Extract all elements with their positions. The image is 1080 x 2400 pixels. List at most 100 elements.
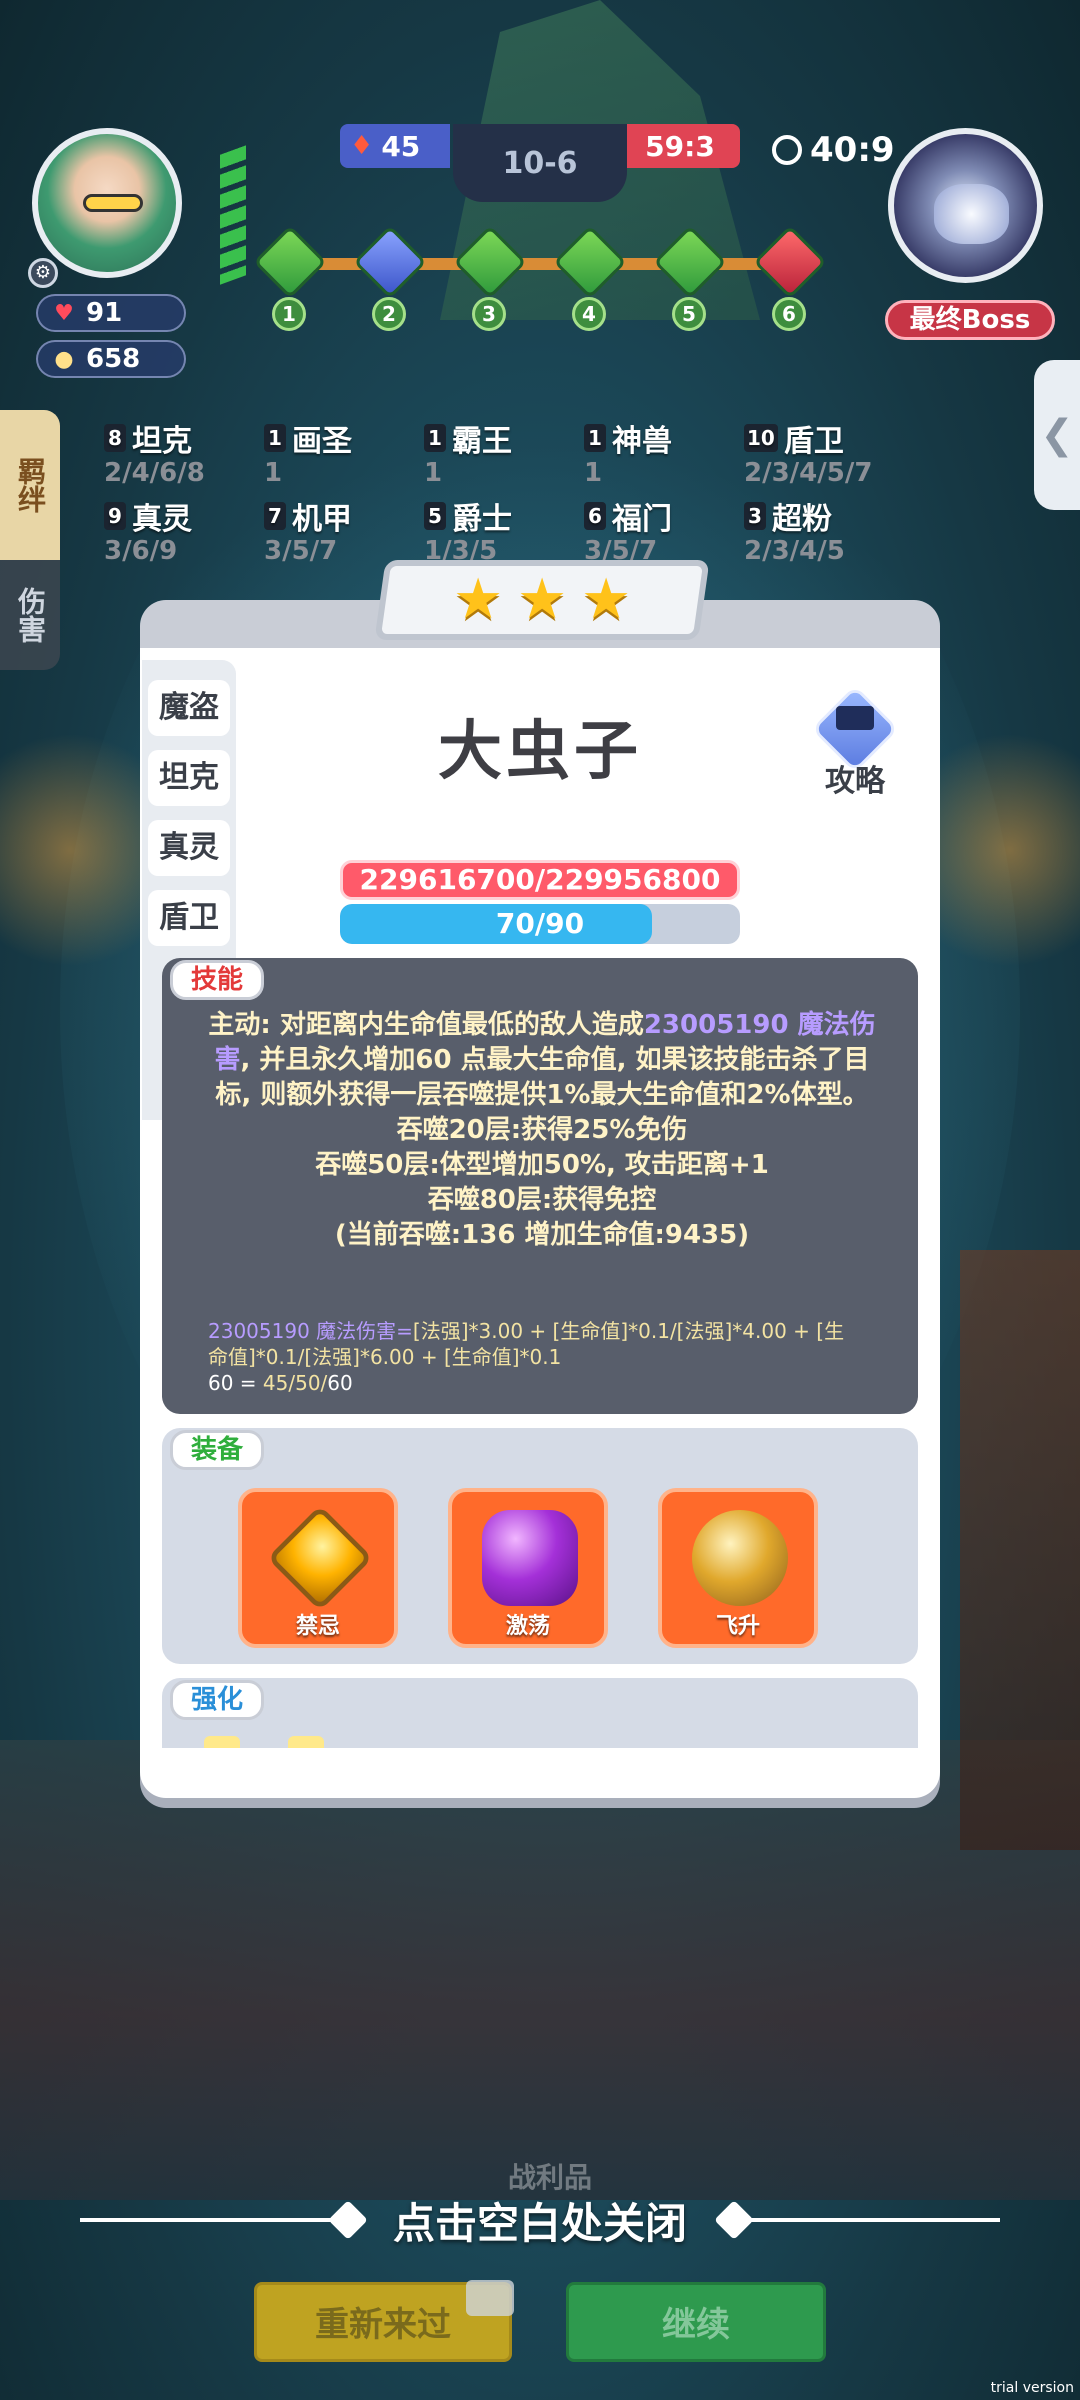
tab-damage[interactable]: 伤害	[0, 560, 60, 670]
class-tag[interactable]: 坦克	[148, 750, 230, 806]
bg-right-ruin	[960, 1250, 1080, 1850]
equipment-item[interactable]: 激荡	[448, 1488, 608, 1648]
equipment-section: 装备 禁忌 激荡 飞升	[162, 1428, 918, 1664]
synergy-item[interactable]: 1 霸王 1	[424, 416, 584, 488]
bg-floating-rock	[0, 1740, 1080, 2200]
equipment-item[interactable]: 飞升	[658, 1488, 818, 1648]
stage-node-number: 1	[272, 297, 306, 331]
player-avatar[interactable]	[32, 128, 182, 278]
player-coin-value: 658	[86, 344, 141, 374]
synergy-count: 10	[744, 424, 778, 452]
skill-section: 技能 主动: 对距离内生命值最低的敌人造成23005190 魔法伤害, 并且永久…	[162, 958, 918, 1414]
skill-line-1b: , 并且永久增加60 点最大生命值, 如果该技能击杀了目标, 则额外获得一层吞噬…	[215, 1045, 870, 1110]
star-banner: ★ ★ ★	[374, 560, 710, 640]
stage-node-number: 6	[772, 297, 806, 331]
equipment-item[interactable]: 禁忌	[238, 1488, 398, 1648]
equipment-name: 激荡	[505, 1614, 550, 1639]
equipment-tag: 装备	[170, 1430, 265, 1470]
synergy-tiers: 3/6/9	[104, 536, 178, 566]
equipment-name: 禁忌	[295, 1614, 340, 1639]
hero-hp-bar: 229616700/229956800	[340, 860, 740, 900]
synergy-item[interactable]: 1 画圣 1	[264, 416, 424, 488]
video-ad-icon	[466, 2280, 514, 2316]
purple-orb-icon	[482, 1510, 578, 1606]
synergy-count: 6	[584, 502, 606, 530]
synergy-item[interactable]: 6 福门 3/5/7	[584, 494, 744, 566]
hero-hp-text: 229616700/229956800	[359, 863, 721, 896]
forbidden-gem-icon	[267, 1505, 373, 1611]
skill-description: 主动: 对距离内生命值最低的敌人造成23005190 魔法伤害, 并且永久增加6…	[202, 1008, 882, 1253]
synergy-name: 坦克	[132, 424, 192, 459]
synergy-tiers: 1	[584, 458, 603, 488]
synergy-name: 霸王	[452, 424, 512, 459]
side-tabs: 羁绊 伤害	[0, 410, 60, 670]
boss-face	[934, 184, 1009, 244]
skill-formula: 23005190 魔法伤害=[法强]*3.00 + [生命值]*0.1/[法强]…	[208, 1318, 848, 1396]
skill-line-2: 吞噬20层:获得25%免伤	[396, 1115, 688, 1145]
star-icon: ★	[516, 567, 568, 632]
formula-hp-value: 60 =	[208, 1371, 263, 1395]
divider-right	[730, 2218, 1000, 2222]
synergy-tiers: 1	[424, 458, 443, 488]
guide-button[interactable]: 攻略	[800, 685, 910, 799]
player-hp-pill: ♥ 91	[36, 294, 186, 332]
player-hp-value: 91	[86, 298, 123, 328]
stage-node	[553, 225, 627, 299]
player-coin-pill: ● 658	[36, 340, 186, 378]
synergy-name: 盾卫	[783, 424, 844, 459]
synergy-count: 9	[104, 502, 126, 530]
formula-hp-current: 60	[327, 1371, 353, 1395]
stage-node-current	[353, 225, 427, 299]
hero-name: 大虫子	[438, 715, 642, 789]
gear-icon[interactable]: ⚙	[28, 258, 58, 288]
synergy-count: 3	[744, 502, 766, 530]
formula-damage: 23005190 魔法伤害=	[208, 1319, 413, 1343]
coin-icon: ●	[54, 346, 74, 372]
flame-icon: ♦	[350, 131, 374, 161]
stage-node	[653, 225, 727, 299]
hero-mana-bar: 70/90	[340, 904, 740, 944]
synergy-tiers: 1	[264, 458, 283, 488]
timer: 40:9	[772, 130, 895, 170]
timer-value: 40:9	[810, 130, 895, 170]
synergy-count: 1	[424, 424, 446, 452]
synergy-count: 8	[104, 424, 126, 452]
class-tag[interactable]: 真灵	[148, 820, 230, 876]
synergy-item[interactable]: 10 盾卫 2/3/4/5/7	[744, 416, 904, 488]
bg-right-glow	[940, 700, 1080, 1000]
stage-node-boss	[753, 225, 827, 299]
synergy-name: 机甲	[292, 502, 352, 537]
heart-icon: ♥	[54, 300, 74, 326]
class-tag[interactable]: 魔盗	[148, 680, 230, 736]
right-drawer-handle[interactable]: ❮	[1034, 360, 1080, 510]
stage-node	[453, 225, 527, 299]
skill-line-1a: 主动: 对距离内生命值最低的敌人造成	[208, 1010, 644, 1040]
synergy-name: 画圣	[292, 424, 352, 459]
tab-synergy[interactable]: 羁绊	[0, 410, 60, 560]
continue-button[interactable]: 继续	[566, 2282, 826, 2362]
synergy-item[interactable]: 1 神兽 1	[584, 416, 744, 488]
boss-avatar[interactable]	[888, 128, 1043, 283]
equipment-name: 飞升	[715, 1614, 760, 1639]
synergy-tiers: 2/3/4/5	[744, 536, 845, 566]
enhance-section: 强化	[162, 1678, 918, 1748]
synergy-item[interactable]: 8 坦克 2/4/6/8	[104, 416, 264, 488]
synergy-tiers: 2/3/4/5/7	[744, 458, 873, 488]
synergy-item[interactable]: 9 真灵 3/6/9	[104, 494, 264, 566]
synergy-name: 超粉	[772, 502, 832, 537]
synergy-item[interactable]: 3 超粉 2/3/4/5	[744, 494, 904, 566]
enhance-tag: 强化	[170, 1680, 265, 1720]
synergy-count: 5	[424, 502, 446, 530]
cap-shape	[836, 706, 874, 730]
clock-icon	[772, 135, 802, 165]
star-icon: ★	[452, 567, 503, 632]
synergy-item[interactable]: 5 爵士 1/3/5	[424, 494, 584, 566]
class-tag[interactable]: 盾卫	[148, 890, 230, 946]
synergy-item[interactable]: 7 机甲 3/5/7	[264, 494, 424, 566]
stage-node-number: 3	[472, 297, 506, 331]
close-hint[interactable]: 点击空白处关闭	[360, 2190, 720, 2251]
synergy-count: 7	[264, 502, 286, 530]
energy-meter	[220, 145, 246, 285]
synergy-name: 神兽	[612, 424, 672, 459]
stage-node-number: 2	[372, 297, 406, 331]
